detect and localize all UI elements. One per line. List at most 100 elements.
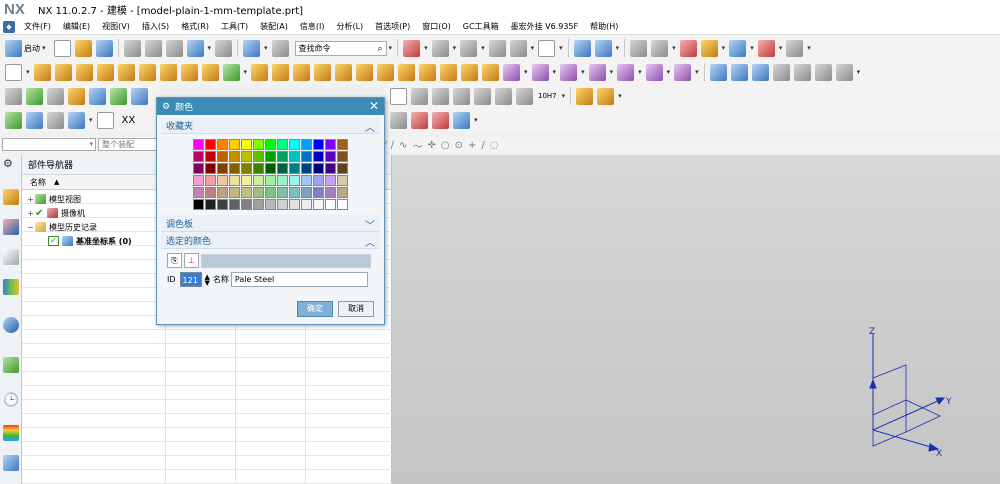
text-tool-icon[interactable] [68, 87, 85, 105]
edit-feature-icon[interactable] [26, 111, 43, 129]
clock-icon[interactable]: 🕒 [3, 393, 19, 409]
chevron-down-icon[interactable]: ▾ [553, 68, 557, 76]
curve-tool-icon[interactable] [793, 63, 811, 81]
chevron-down-icon[interactable]: ▾ [695, 68, 699, 76]
color-swatch[interactable] [277, 151, 288, 162]
color-swatch[interactable] [301, 199, 312, 210]
offset-face-icon[interactable] [356, 63, 374, 81]
chevron-down-icon[interactable]: ▾ [453, 44, 457, 52]
new-file-icon[interactable] [53, 39, 71, 57]
color-swatch[interactable] [337, 151, 348, 162]
color-swatch[interactable] [193, 187, 204, 198]
polyline-snap-icon[interactable]: ∕ [391, 140, 394, 151]
history-icon[interactable] [3, 357, 19, 373]
color-swatch[interactable] [241, 187, 252, 198]
chevron-down-icon[interactable]: ▾ [638, 68, 642, 76]
pocket-icon[interactable] [117, 63, 135, 81]
color-swatch[interactable] [193, 175, 204, 186]
plus-snap-icon[interactable]: + [468, 140, 476, 151]
color-swatch[interactable] [301, 175, 312, 186]
feature-tool-icon[interactable] [700, 39, 718, 57]
move-component-icon[interactable] [594, 39, 612, 57]
palette-tool-icon[interactable] [3, 425, 19, 441]
launch-button[interactable]: 启动 ▾ [3, 39, 48, 57]
color-swatch[interactable] [265, 151, 276, 162]
section-view-icon[interactable] [488, 39, 506, 57]
color-swatch[interactable] [241, 199, 252, 210]
color-swatch[interactable] [325, 139, 336, 150]
move-object-icon[interactable] [390, 111, 407, 129]
background-icon[interactable] [509, 39, 527, 57]
color-swatch[interactable] [313, 163, 324, 174]
visual-icon[interactable] [729, 39, 747, 57]
point-snap-icon[interactable]: ✛ [427, 140, 435, 151]
color-swatch[interactable] [229, 151, 240, 162]
rib-icon[interactable] [201, 63, 219, 81]
color-swatch[interactable] [217, 175, 228, 186]
chevron-down-icon[interactable]: ▾ [807, 44, 811, 52]
expand-icon[interactable]: + [26, 209, 35, 218]
undo-arrow-icon[interactable] [453, 111, 470, 129]
surface-icon[interactable] [709, 63, 727, 81]
color-swatch[interactable] [253, 139, 264, 150]
extract-curve-icon[interactable] [131, 87, 148, 105]
zigzag-snap-icon[interactable]: ∿ [399, 140, 407, 151]
color-swatch[interactable] [277, 139, 288, 150]
checkbox-checked-icon[interactable]: ✓ [48, 236, 59, 246]
color-swatch[interactable] [205, 199, 216, 210]
color-swatch[interactable] [337, 199, 348, 210]
arc-tool-icon[interactable] [26, 87, 43, 105]
copy-feature-icon[interactable] [96, 111, 114, 129]
color-swatch[interactable] [229, 139, 240, 150]
orient-view-icon[interactable] [431, 39, 449, 57]
menu-info[interactable]: 信息(I) [294, 21, 331, 32]
menu-gc-toolkit[interactable]: GC工具箱 [457, 21, 505, 32]
gear-icon[interactable]: ⚙ [3, 157, 19, 173]
swept-icon[interactable] [772, 63, 790, 81]
color-swatch[interactable] [217, 187, 228, 198]
chevron-down-icon[interactable]: ▾ [264, 44, 268, 52]
color-swatch[interactable] [277, 187, 288, 198]
tangent-snap-icon[interactable]: ◌ [490, 140, 499, 151]
color-swatch[interactable] [241, 139, 252, 150]
chevron-down-icon[interactable]: ▾ [474, 116, 478, 124]
color-swatch[interactable] [265, 175, 276, 186]
color-swatch[interactable] [229, 163, 240, 174]
chevron-down-icon[interactable]: ▾ [26, 68, 30, 76]
color-swatch[interactable] [289, 139, 300, 150]
menu-file[interactable]: 文件(F) [18, 21, 57, 32]
fit-view-icon[interactable] [403, 39, 421, 57]
type-filter-select[interactable]: ▾ [2, 138, 96, 151]
app-menu-icon[interactable]: ◆ [3, 20, 15, 33]
tree-row-model-views[interactable]: + 模型视图 [26, 192, 132, 206]
dimension-icon[interactable] [432, 87, 449, 105]
color-swatch[interactable] [205, 139, 216, 150]
color-box-icon[interactable] [538, 39, 556, 57]
color-swatch[interactable] [241, 151, 252, 162]
command-finder-icon[interactable] [271, 39, 289, 57]
web-browser-icon[interactable] [3, 317, 19, 333]
color-swatch[interactable] [229, 199, 240, 210]
measure-icon[interactable] [757, 39, 775, 57]
move-face-icon[interactable] [531, 63, 549, 81]
color-swatch[interactable] [229, 187, 240, 198]
chevron-down-icon[interactable]: ▾ [581, 68, 585, 76]
color-swatch[interactable] [205, 151, 216, 162]
draft-icon[interactable] [377, 63, 395, 81]
slot-icon[interactable] [159, 63, 177, 81]
color-swatch[interactable] [241, 175, 252, 186]
curve-snap-icon[interactable]: 〜 [412, 138, 422, 153]
color-swatch[interactable] [313, 175, 324, 186]
color-swatch[interactable] [265, 139, 276, 150]
menu-window[interactable]: 窗口(O) [416, 21, 457, 32]
chamfer-icon[interactable] [419, 63, 437, 81]
through-curves-icon[interactable] [730, 63, 748, 81]
assembly-navigator-icon[interactable] [3, 189, 19, 205]
no-entry-icon[interactable] [411, 111, 428, 129]
render-style-icon[interactable] [460, 39, 478, 57]
chevron-down-icon[interactable]: ▾ [524, 68, 528, 76]
chevron-down-icon[interactable]: ▾ [616, 44, 620, 52]
datum-feature-icon[interactable] [453, 87, 470, 105]
menu-view[interactable]: 视图(V) [96, 21, 136, 32]
offset-region-icon[interactable] [645, 63, 663, 81]
